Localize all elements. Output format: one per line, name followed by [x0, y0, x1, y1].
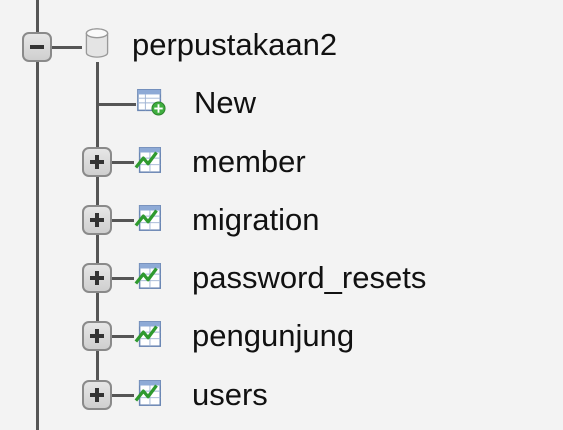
table-name[interactable]: migration: [192, 203, 320, 237]
tree-branch-line: [112, 219, 134, 222]
table-name[interactable]: pengunjung: [192, 319, 354, 353]
database-name[interactable]: perpustakaan2: [132, 28, 337, 62]
expand-toggle-icon[interactable]: [82, 205, 112, 235]
table-name[interactable]: users: [192, 378, 268, 412]
table-icon: [134, 380, 161, 406]
table-name[interactable]: password_resets: [192, 261, 426, 295]
tree-root-line: [36, 0, 39, 430]
table-icon: [134, 321, 161, 347]
expand-toggle-icon[interactable]: [82, 263, 112, 293]
tree-branch-line: [112, 394, 134, 397]
expand-toggle-icon[interactable]: [82, 321, 112, 351]
tree-branch-line: [52, 46, 82, 49]
tree-branch-line: [112, 277, 134, 280]
table-icon: [134, 147, 161, 173]
tree-branch-line: [112, 161, 134, 164]
collapse-toggle-icon[interactable]: [22, 32, 52, 62]
expand-toggle-icon[interactable]: [82, 147, 112, 177]
navigation-tree: perpustakaan2 New member migration passw…: [0, 0, 563, 430]
new-table-icon: [137, 89, 166, 116]
tree-branch-line: [96, 103, 136, 106]
table-icon: [134, 263, 161, 289]
table-icon: [134, 205, 161, 231]
table-name[interactable]: member: [192, 145, 306, 179]
database-icon: [85, 28, 109, 58]
new-table-label[interactable]: New: [194, 86, 256, 120]
tree-branch-line: [112, 335, 134, 338]
expand-toggle-icon[interactable]: [82, 380, 112, 410]
